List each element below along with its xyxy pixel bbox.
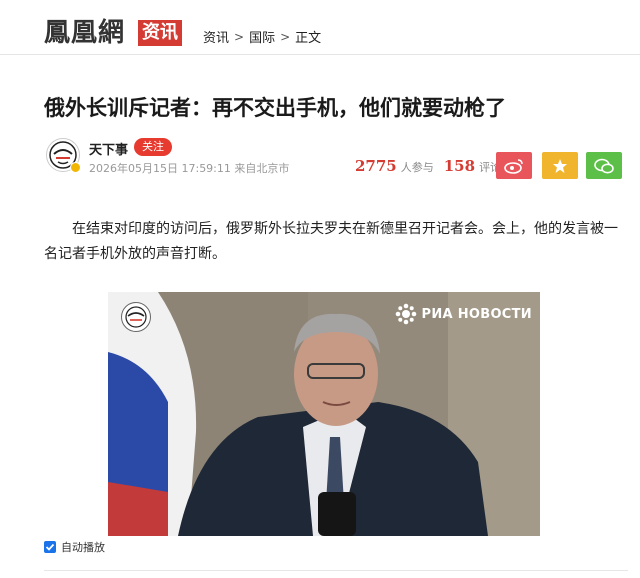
autoplay-label: 自动播放 <box>61 541 105 554</box>
breadcrumb-item-international[interactable]: 国际 <box>249 27 275 46</box>
breadcrumb-separator: > <box>280 29 291 44</box>
autoplay-toggle[interactable]: 自动播放 <box>44 539 105 555</box>
breadcrumb-item-article: 正文 <box>295 31 322 46</box>
author-name[interactable]: 天下事 <box>89 139 128 158</box>
breadcrumb: 资讯 > 国际 > 正文 <box>203 27 322 47</box>
video-player[interactable]: РИА НОВОСТИ <box>108 292 540 536</box>
site-logo[interactable]: 鳳凰網 <box>44 16 125 50</box>
video-watermark: РИА НОВОСТИ <box>395 303 532 325</box>
breadcrumb-item-news[interactable]: 资讯 <box>203 27 229 46</box>
article-paragraph: 在结束对印度的访问后，俄罗斯外长拉夫罗夫在新德里召开记者会。会上，他的发言被一名… <box>44 221 618 262</box>
wechat-icon <box>594 158 614 173</box>
breadcrumb-separator: > <box>234 29 245 44</box>
autoplay-checkbox[interactable] <box>44 541 56 553</box>
verified-badge-icon <box>70 162 81 173</box>
comments-count[interactable]: 158 <box>444 157 475 175</box>
favorite-button[interactable] <box>542 152 578 179</box>
participants-count[interactable]: 2775 <box>355 157 397 175</box>
video-frame <box>108 292 540 536</box>
channel-logo-icon <box>121 302 151 332</box>
ria-watermark-text: РИА НОВОСТИ <box>421 306 532 322</box>
weibo-icon <box>504 158 523 174</box>
article-title: 俄外长训斥记者：再不交出手机，他们就要动枪了 <box>44 96 506 120</box>
divider <box>44 570 628 571</box>
channel-tag[interactable]: 资讯 <box>138 20 182 46</box>
share-wechat-button[interactable] <box>586 152 622 179</box>
follow-button[interactable]: 关注 <box>134 138 172 156</box>
site-header: 鳳凰網 资讯 资讯 > 国际 > 正文 <box>0 0 640 55</box>
article-stats: 2775 人参与 158 评论 <box>355 157 501 175</box>
article-meta: 2026年05月15日 17:59:11 来自北京市 <box>89 162 290 175</box>
star-icon <box>553 158 567 173</box>
share-weibo-button[interactable] <box>496 152 532 179</box>
ria-logo-icon <box>395 303 416 325</box>
participants-label: 人参与 <box>400 161 434 174</box>
check-icon <box>45 543 55 551</box>
